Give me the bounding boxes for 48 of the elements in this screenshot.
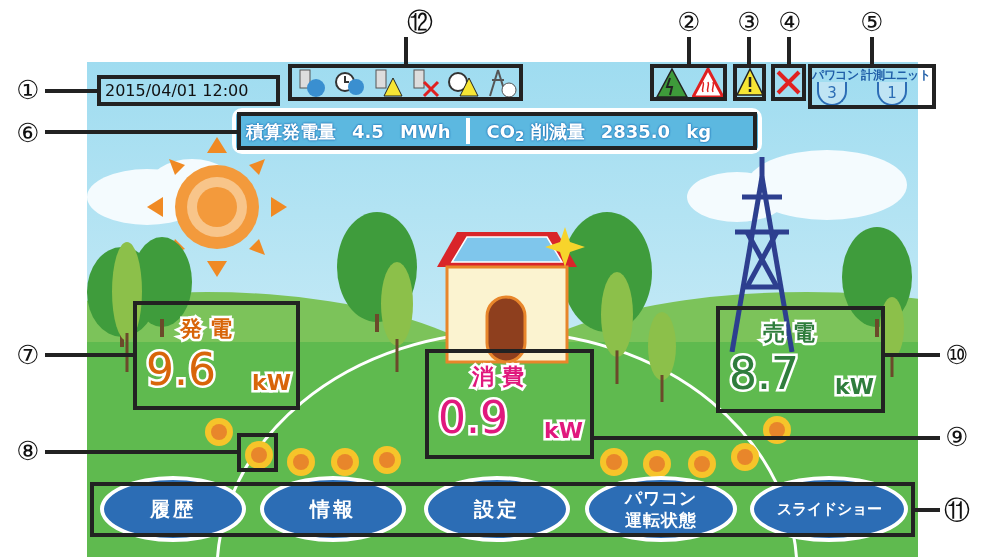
co2-unit: kg bbox=[686, 119, 711, 144]
readout-label: 発電 bbox=[180, 315, 240, 343]
generation-unit: MWh bbox=[399, 119, 451, 144]
callout-number: ③ bbox=[736, 7, 762, 37]
flower-icon bbox=[688, 450, 716, 478]
co2-value: 2835.0 bbox=[600, 119, 671, 144]
callout-number: ④ bbox=[777, 7, 803, 37]
callout-number: ⑥ bbox=[15, 118, 41, 148]
readout-value: 0.9 bbox=[438, 396, 508, 440]
date-time: 2015/04/01 12:00 bbox=[105, 80, 249, 101]
callout-number: ⑦ bbox=[15, 340, 41, 370]
flower-icon bbox=[331, 448, 359, 476]
flower-icon bbox=[373, 446, 401, 474]
readout-unit: kW bbox=[544, 417, 583, 445]
generation-value: 4.5 bbox=[352, 119, 384, 144]
callout-number: ② bbox=[676, 7, 702, 37]
flower-icon bbox=[245, 441, 273, 469]
readout-unit: kW bbox=[252, 369, 291, 397]
readout-label: 消費 bbox=[472, 363, 532, 391]
generation-label: 積算発電量 bbox=[246, 119, 336, 144]
flower-icon bbox=[731, 443, 759, 471]
counter-label: パワコン bbox=[812, 69, 858, 81]
plug-cross-icon bbox=[410, 68, 441, 98]
counter-label: 計測ユニット bbox=[861, 69, 930, 81]
plug-globe-icon bbox=[296, 68, 327, 98]
flower-icon bbox=[205, 418, 233, 446]
flower-icon bbox=[600, 448, 628, 476]
callout-frame bbox=[237, 433, 278, 472]
callout-number: ⑤ bbox=[859, 7, 885, 37]
callout-number: ① bbox=[15, 75, 41, 105]
flower-icon bbox=[643, 450, 671, 478]
callout-number: ⑫ bbox=[406, 7, 434, 37]
lightning-warning-icon bbox=[656, 68, 688, 98]
counter-value: 3 bbox=[817, 82, 847, 106]
callout-number: ⑧ bbox=[15, 436, 41, 466]
counter-value: 1 bbox=[877, 82, 907, 106]
readout-value: 9.6 bbox=[146, 348, 216, 392]
readout-unit: kW bbox=[835, 373, 874, 401]
readout-value: 8.7 bbox=[729, 352, 799, 396]
flower-icon bbox=[287, 448, 315, 476]
readout-label: 売電 bbox=[763, 319, 823, 347]
plug-warning-icon bbox=[372, 68, 403, 98]
heat-warning-icon bbox=[692, 68, 724, 98]
co2-label: CO$_{2}$ 削減量 bbox=[486, 119, 585, 145]
tower-clock-icon bbox=[486, 68, 517, 98]
callout-number: ⑨ bbox=[944, 422, 970, 452]
callout-number: ⑩ bbox=[944, 340, 970, 370]
callout-number: ⑪ bbox=[943, 495, 971, 525]
